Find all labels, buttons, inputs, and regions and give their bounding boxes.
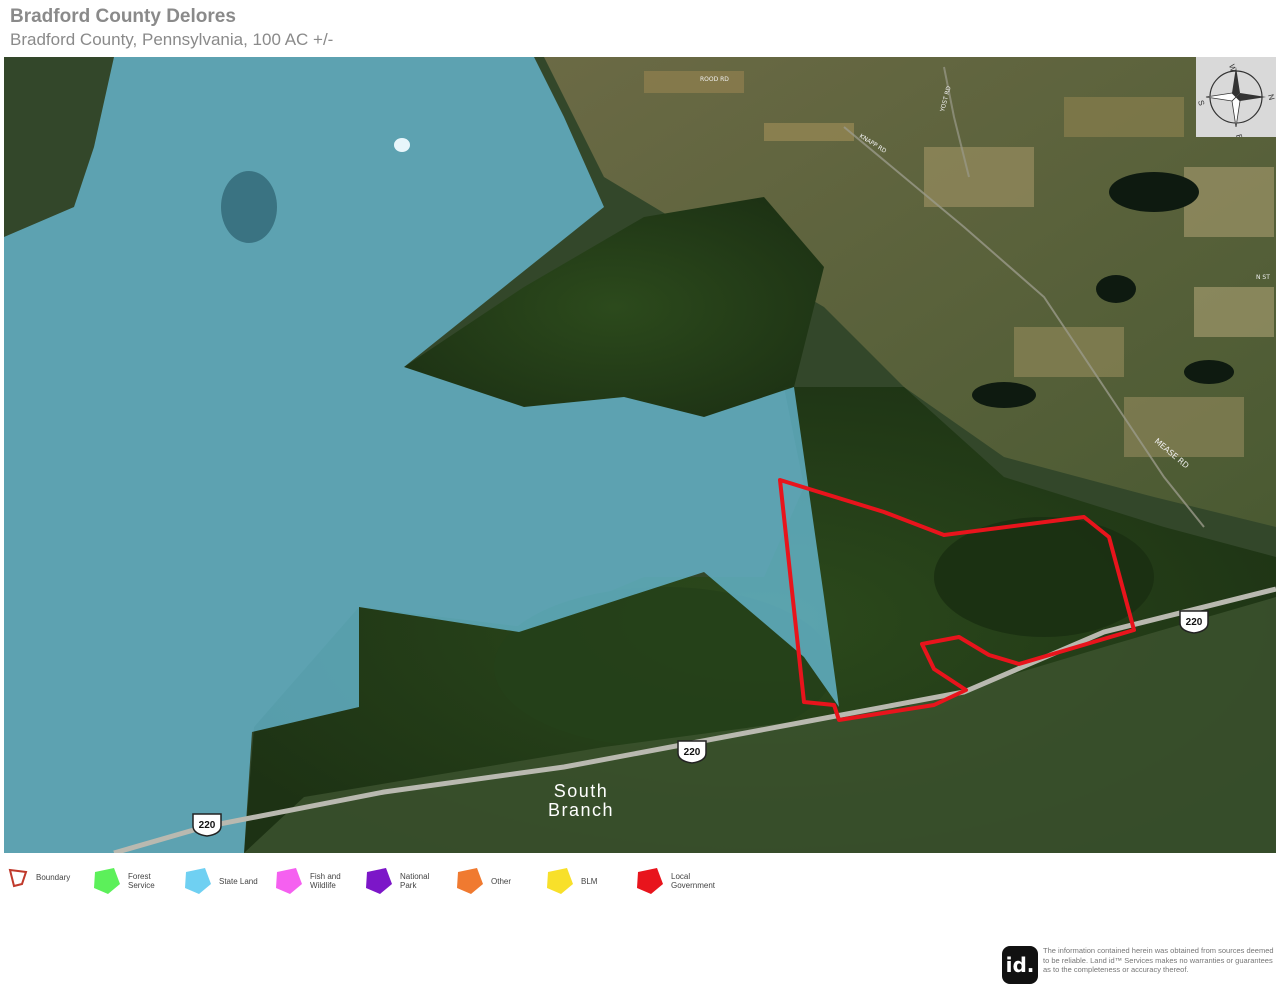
map-title: Bradford County Delores: [10, 6, 236, 27]
field: [1124, 397, 1244, 457]
svg-text:220: 220: [199, 820, 216, 831]
place-label: South: [554, 781, 609, 801]
map-canvas: ROOD RD MEASE RD KNAPP RD YOST RD N ST S…: [4, 57, 1276, 853]
other-swatch: [457, 868, 483, 894]
svg-text:220: 220: [1186, 617, 1203, 628]
national-park-swatch: [366, 868, 392, 894]
highway-shield: 220: [1179, 610, 1209, 634]
lake: [221, 171, 277, 243]
legend-item-national-park: National Park: [364, 866, 448, 896]
legend-label: BLM: [581, 876, 598, 886]
legend-item-blm: BLM: [545, 866, 629, 896]
legend-item-boundary: Boundary: [8, 866, 84, 888]
compass-icon: W N E S: [1196, 63, 1276, 137]
legend-label: Other: [491, 876, 512, 886]
field: [1194, 287, 1274, 337]
legend-label: Fish and Wildlife: [310, 872, 341, 890]
legend-label: Forest Service: [128, 872, 155, 890]
map-subtitle: Bradford County, Pennsylvania, 100 AC +/…: [10, 30, 334, 49]
highway-shield: 220: [677, 740, 707, 764]
field: [644, 71, 744, 93]
pond: [1184, 360, 1234, 384]
satellite-map[interactable]: ROOD RD MEASE RD KNAPP RD YOST RD N ST S…: [4, 57, 1276, 853]
blm-swatch: [547, 868, 573, 894]
road-label: ROOD RD: [700, 76, 729, 83]
pond: [1109, 172, 1199, 212]
forest-service-swatch: [94, 868, 120, 894]
legend-label: State Land: [219, 876, 258, 886]
pond: [1096, 275, 1136, 303]
field: [764, 123, 854, 141]
road-label: N ST: [1256, 274, 1270, 281]
lake-highlight: [394, 138, 410, 152]
legend-item-local-government: Local Government: [635, 866, 719, 896]
boundary-icon: [8, 868, 28, 888]
field: [924, 147, 1034, 207]
svg-text:N: N: [1266, 93, 1276, 101]
disclaimer-text: The information contained herein was obt…: [1043, 946, 1274, 974]
fish-wildlife-swatch: [276, 868, 302, 894]
svg-text:E: E: [1234, 133, 1244, 137]
map-legend: Boundary Forest Service State Land Fish …: [8, 866, 768, 900]
svg-text:S: S: [1196, 99, 1206, 106]
field: [1064, 97, 1184, 137]
legend-item-other: Other: [455, 866, 539, 896]
land-id-logo: id.: [1002, 946, 1038, 984]
legend-label: Boundary: [36, 872, 71, 882]
legend-label: Local Government: [671, 872, 716, 890]
place-label: Branch: [548, 800, 614, 820]
legend-label: National Park: [400, 872, 430, 890]
legend-item-fish-wildlife: Fish and Wildlife: [274, 866, 358, 896]
legend-item-forest-service: Forest Service: [92, 866, 176, 896]
field: [1184, 167, 1274, 237]
highway-shield: 220: [192, 813, 222, 837]
pond: [972, 382, 1036, 408]
local-government-swatch: [637, 868, 663, 894]
svg-text:220: 220: [684, 747, 701, 758]
state-land-swatch: [185, 868, 211, 894]
legend-item-state-land: State Land: [183, 866, 267, 896]
compass-rose: W N E S: [1196, 57, 1276, 137]
